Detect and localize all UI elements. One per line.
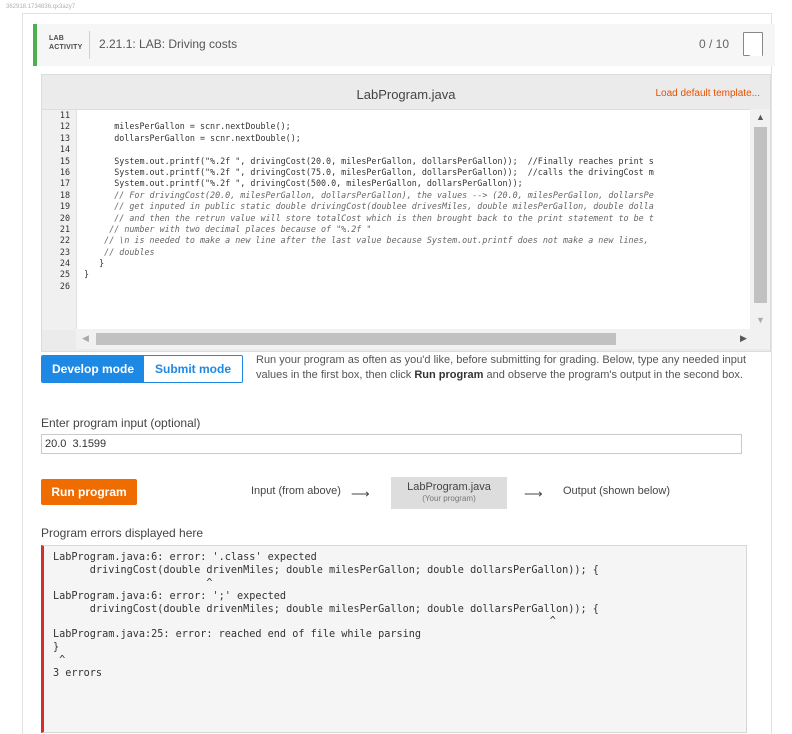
code-line[interactable]: } (84, 269, 750, 280)
error-line: 3 errors (53, 668, 103, 680)
program-input-label: Enter program input (optional) (41, 416, 201, 430)
program-errors-output: LabProgram.java:6: error: '.class' expec… (41, 545, 747, 733)
code-line[interactable]: // doubles (84, 247, 750, 258)
scroll-left-icon[interactable]: ◀ (82, 333, 89, 344)
program-input-field[interactable] (41, 434, 742, 454)
error-line: } (53, 642, 60, 654)
scroll-down-icon[interactable]: ▼ (756, 315, 765, 325)
code-line[interactable]: // For drivingCost(20.0, milesPerGallon,… (84, 190, 750, 201)
frame-id: 362918.1734836.qx3azy7 (6, 4, 76, 10)
line-number: 15 (59, 155, 70, 166)
error-line: drivingCost(double drivenMiles; double m… (53, 603, 599, 615)
code-line[interactable]: // and then the retrun value will store … (84, 213, 750, 224)
line-number: 18 (59, 189, 70, 200)
line-number: 25 (59, 269, 70, 280)
error-line: ^ (53, 655, 66, 667)
flow-input-label: Input (from above) (251, 485, 341, 497)
code-text-area[interactable]: 11 12 13 14 15 16 17 18 19 20 21 22 23 24 25 26 milesPe… (42, 109, 750, 330)
code-lines[interactable]: milesPerGallon = scnr.nextDouble(); doll… (84, 110, 750, 292)
line-number: 26 (59, 280, 70, 291)
error-line: ^ (53, 616, 556, 628)
mode-description: Run your program as often as you'd like,… (256, 354, 747, 381)
code-line[interactable]: // get inputed in public static double d… (84, 201, 750, 212)
line-number: 22 (59, 235, 70, 246)
code-line[interactable]: } (84, 258, 750, 269)
line-number: 13 (59, 132, 70, 143)
develop-mode-button[interactable]: Develop mode (42, 356, 144, 382)
run-program-button[interactable]: Run program (41, 479, 137, 505)
header-separator (89, 31, 90, 59)
program-errors-label: Program errors displayed here (41, 526, 204, 540)
line-number: 19 (59, 201, 70, 212)
lab-activity-tag: LAB ACTIVITY (49, 35, 83, 51)
line-number: 17 (59, 178, 70, 189)
flow-box-title: LabProgram.java (407, 481, 491, 493)
error-line: LabProgram.java:25: error: reached end o… (53, 629, 422, 641)
code-line[interactable]: // \n is needed to make a new line after… (84, 235, 750, 246)
code-line[interactable] (84, 144, 750, 155)
code-line[interactable]: // number with two decimal places becaus… (84, 224, 750, 235)
horizontal-scroll-thumb[interactable] (96, 333, 616, 345)
program-flow-box: LabProgram.java (Your program) (391, 477, 507, 509)
error-line: LabProgram.java:6: error: '.class' expec… (53, 552, 317, 563)
score-badge-icon (743, 32, 763, 56)
code-editor-panel: LabProgram.java Load default template...… (41, 74, 771, 352)
code-line[interactable]: System.out.printf("%.2f ", drivingCost(5… (84, 178, 750, 189)
line-number-gutter: 11 12 13 14 15 16 17 18 19 20 21 22 23 24 25 26 (42, 110, 77, 330)
flow-output-label: Output (shown below) (563, 485, 670, 497)
error-line: LabProgram.java:6: error: ';' expected (53, 590, 287, 602)
error-line: ^ (53, 577, 213, 589)
mode-toggle: Develop mode Submit mode (41, 355, 243, 383)
line-number: 14 (59, 144, 70, 155)
horizontal-scrollbar[interactable]: ◀ ▶ (76, 329, 770, 349)
load-default-template-link[interactable]: Load default template... (655, 88, 760, 99)
flow-box-subtitle: (Your program) (422, 494, 476, 503)
code-line[interactable]: System.out.printf("%.2f ", drivingCost(2… (84, 156, 750, 167)
scroll-right-icon[interactable]: ▶ (740, 333, 747, 344)
code-line[interactable]: milesPerGallon = scnr.nextDouble(); (84, 121, 750, 132)
line-number: 16 (59, 166, 70, 177)
lab-container: LAB ACTIVITY 2.21.1: LAB: Driving costs … (22, 13, 775, 734)
line-number: 23 (59, 246, 70, 257)
line-number: 20 (59, 212, 70, 223)
code-line[interactable]: System.out.printf("%.2f ", drivingCost(7… (84, 167, 750, 178)
code-line[interactable]: dollarsPerGallon = scnr.nextDouble(); (84, 133, 750, 144)
line-number: 11 (59, 110, 70, 120)
line-number: 21 (59, 223, 70, 234)
code-line[interactable] (84, 281, 750, 292)
lab-header: LAB ACTIVITY 2.21.1: LAB: Driving costs … (33, 24, 775, 66)
lab-title: 2.21.1: LAB: Driving costs (99, 37, 238, 51)
score-text: 0 / 10 (698, 37, 729, 51)
line-number: 12 (59, 121, 70, 132)
arrow-right-icon: ⟶ (351, 486, 370, 501)
line-number: 24 (59, 258, 70, 269)
scroll-up-icon[interactable]: ▲ (756, 112, 765, 122)
submit-mode-button[interactable]: Submit mode (144, 356, 242, 382)
vertical-scroll-thumb[interactable] (754, 127, 767, 303)
vertical-scrollbar[interactable]: ▲ ▼ (750, 109, 770, 329)
error-line: drivingCost(double drivenMiles; double m… (53, 564, 599, 576)
arrow-right-icon: ⟶ (524, 486, 543, 501)
code-line[interactable] (84, 110, 750, 121)
